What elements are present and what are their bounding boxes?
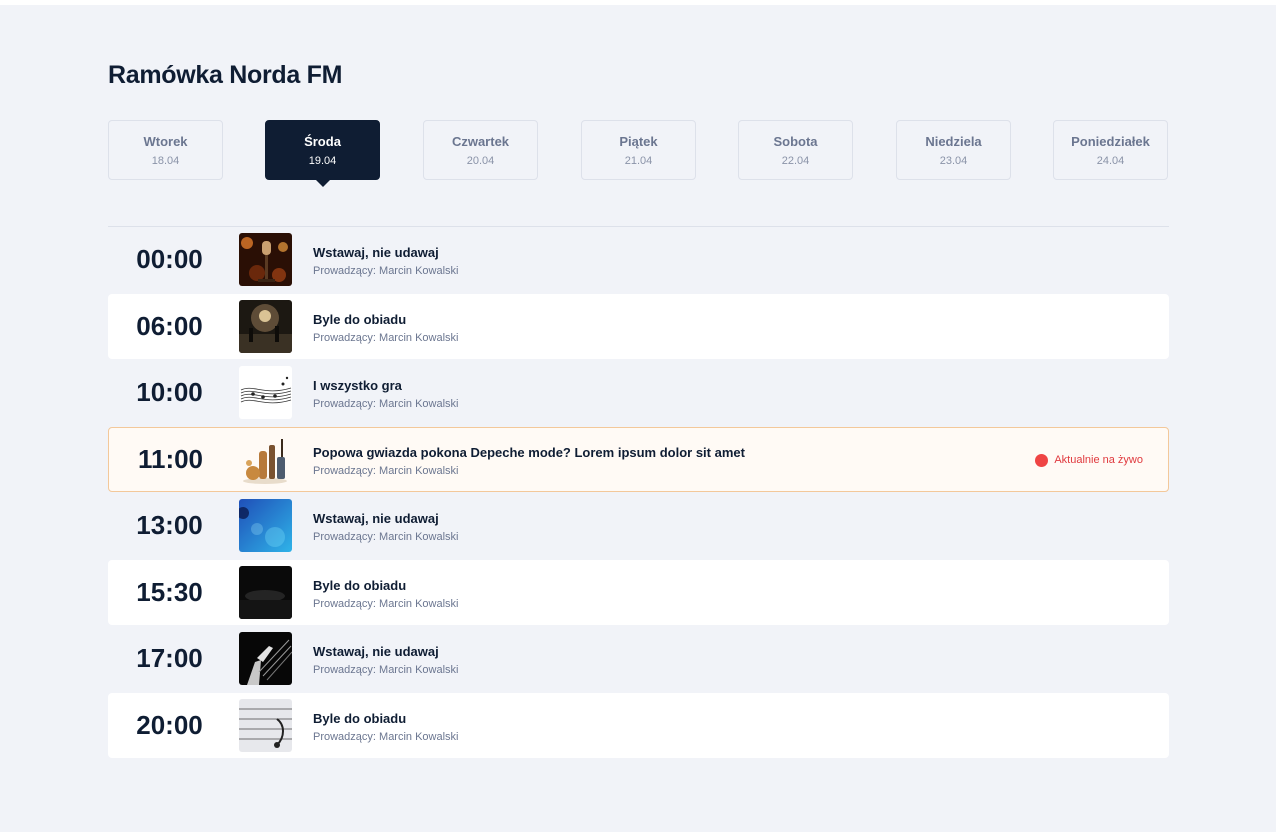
schedule-page: Ramówka Norda FM Wtorek 18.04 Środa 19.0… bbox=[0, 5, 1276, 832]
show-title: Popowa gwiazda pokona Depeche mode? Lore… bbox=[313, 444, 745, 460]
concert-stage-image bbox=[239, 299, 292, 353]
show-title: I wszystko gra bbox=[313, 378, 402, 393]
day-tab-date: 20.04 bbox=[466, 155, 495, 167]
show-info: Wstawaj, nie udawaj Prowadzący: Marcin K… bbox=[313, 511, 459, 543]
schedule-row[interactable]: 00:00 Wstawaj, nie udawaj Prowadzący: Ma… bbox=[108, 227, 1169, 292]
day-tab-poniedzialek[interactable]: Poniedziałek 24.04 bbox=[1053, 120, 1168, 180]
day-tab-name: Sobota bbox=[773, 134, 818, 149]
live-badge: Aktualnie na żywo bbox=[1035, 453, 1143, 467]
show-time: 06:00 bbox=[136, 310, 203, 341]
day-tab-name: Środa bbox=[304, 134, 341, 149]
day-tab-name: Czwartek bbox=[451, 134, 510, 149]
show-info: Byle do obiadu Prowadzący: Marcin Kowals… bbox=[313, 312, 459, 344]
show-time: 11:00 bbox=[137, 443, 204, 474]
show-host: Prowadzący: Marcin Kowalski bbox=[313, 531, 459, 543]
show-info: Byle do obiadu Prowadzący: Marcin Kowals… bbox=[313, 578, 459, 610]
microphone-stage-image bbox=[239, 233, 292, 286]
day-tab-date: 23.04 bbox=[939, 155, 968, 167]
show-time: 17:00 bbox=[136, 643, 203, 673]
show-title: Byle do obiadu bbox=[313, 710, 407, 726]
show-title: Byle do obiadu bbox=[313, 311, 407, 327]
blue-bokeh-image bbox=[239, 499, 292, 552]
live-label: Aktualnie na żywo bbox=[1054, 454, 1143, 466]
music-notes-image bbox=[239, 366, 292, 419]
show-info: Popowa gwiazda pokona Depeche mode? Lore… bbox=[313, 445, 745, 477]
day-tabs: Wtorek 18.04 Środa 19.04 Czwartek 20.04 … bbox=[108, 120, 1169, 187]
show-info: Wstawaj, nie udawaj Prowadzący: Marcin K… bbox=[313, 644, 459, 676]
show-info: I wszystko gra Prowadzący: Marcin Kowals… bbox=[313, 378, 459, 410]
show-title: Byle do obiadu bbox=[313, 577, 407, 593]
day-tab-sroda[interactable]: Środa 19.04 bbox=[265, 120, 380, 187]
day-tab-name: Wtorek bbox=[143, 134, 188, 149]
schedule-row[interactable]: 15:30 Byle do obiadu Prowadzący: Marcin … bbox=[108, 559, 1169, 625]
day-tab-name: Poniedziałek bbox=[1071, 134, 1150, 149]
day-tab-date: 21.04 bbox=[624, 155, 653, 167]
show-host: Prowadzący: Marcin Kowalski bbox=[313, 331, 459, 344]
page-title: Ramówka Norda FM bbox=[108, 61, 343, 89]
day-tab-name: Niedziela bbox=[925, 134, 982, 149]
instruments-image bbox=[239, 432, 292, 486]
day-tab-date: 18.04 bbox=[151, 155, 180, 167]
day-tab-date: 19.04 bbox=[308, 155, 337, 167]
show-host: Prowadzący: Marcin Kowalski bbox=[313, 597, 459, 610]
dark-stage-image bbox=[239, 565, 292, 619]
show-host: Prowadzący: Marcin Kowalski bbox=[313, 265, 459, 277]
day-tab-piatek[interactable]: Piątek 21.04 bbox=[581, 120, 696, 180]
schedule-row[interactable]: 06:00 Byle do obiadu Prowadzący: Marcin … bbox=[108, 293, 1169, 359]
day-tab-czwartek[interactable]: Czwartek 20.04 bbox=[423, 120, 538, 180]
schedule-row[interactable]: 20:00 Byle do obiadu Prowadzący: Marcin … bbox=[108, 692, 1169, 758]
show-time: 10:00 bbox=[136, 377, 203, 407]
headphones-lines-image bbox=[239, 698, 292, 752]
guitar-hand-image bbox=[239, 632, 292, 685]
show-host: Prowadzący: Marcin Kowalski bbox=[313, 464, 459, 477]
schedule-row[interactable]: 17:00 Wstawaj, nie udawaj Prowadzący: Ma… bbox=[108, 626, 1169, 691]
show-time: 20:00 bbox=[136, 709, 203, 740]
show-host: Prowadzący: Marcin Kowalski bbox=[313, 664, 459, 676]
show-title: Wstawaj, nie udawaj bbox=[313, 511, 439, 526]
day-tab-date: 22.04 bbox=[781, 155, 810, 167]
day-tab-niedziela[interactable]: Niedziela 23.04 bbox=[896, 120, 1011, 180]
show-time: 13:00 bbox=[136, 510, 203, 540]
schedule-row-live[interactable]: 11:00 Popowa gwiazda pokona Depeche mode… bbox=[108, 426, 1169, 492]
show-title: Wstawaj, nie udawaj bbox=[313, 644, 439, 659]
schedule-list: 00:00 Wstawaj, nie udawaj Prowadzący: Ma… bbox=[108, 227, 1169, 759]
show-info: Wstawaj, nie udawaj Prowadzący: Marcin K… bbox=[313, 245, 459, 277]
show-host: Prowadzący: Marcin Kowalski bbox=[313, 398, 459, 410]
show-info: Byle do obiadu Prowadzący: Marcin Kowals… bbox=[313, 711, 459, 743]
show-time: 15:30 bbox=[136, 576, 203, 607]
show-title: Wstawaj, nie udawaj bbox=[313, 245, 439, 260]
day-tab-name: Piątek bbox=[619, 134, 658, 149]
day-tab-sobota[interactable]: Sobota 22.04 bbox=[738, 120, 853, 180]
live-dot-icon bbox=[1035, 453, 1049, 467]
show-host: Prowadzący: Marcin Kowalski bbox=[313, 730, 459, 743]
schedule-row[interactable]: 13:00 Wstawaj, nie udawaj Prowadzący: Ma… bbox=[108, 493, 1169, 558]
show-time: 00:00 bbox=[136, 244, 203, 274]
day-tab-date: 24.04 bbox=[1096, 155, 1125, 167]
schedule-row[interactable]: 10:00 I wszystko gra Prowadzący: Marcin … bbox=[108, 360, 1169, 425]
day-tab-wtorek[interactable]: Wtorek 18.04 bbox=[108, 120, 223, 180]
